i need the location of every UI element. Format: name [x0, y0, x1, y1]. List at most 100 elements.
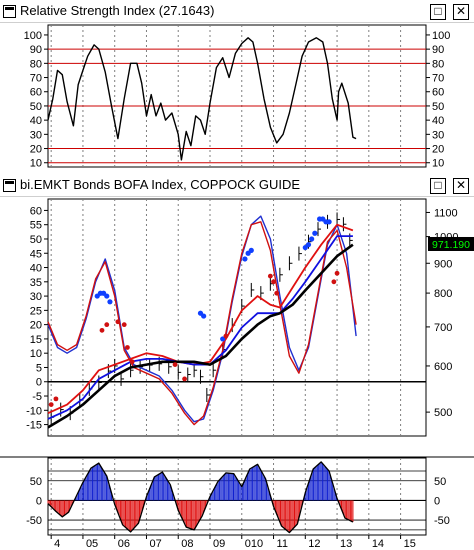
price-chart: -15-10-505101520253035404550556050060070…	[0, 198, 474, 550]
signal-dot-blue	[242, 256, 248, 262]
price-tick-label-right: 600	[434, 361, 452, 373]
rsi-tick-label-right: 30	[432, 129, 444, 141]
signal-dot-red	[129, 359, 135, 365]
rsi-tick-label-left: 50	[30, 101, 42, 113]
signal-dot-red	[331, 279, 337, 285]
hist-tick-label-right: 50	[434, 476, 446, 488]
rsi-tick-label-left: 80	[30, 58, 42, 70]
price-panel-title: bi.EMKT Bonds BOFA Index, COPPOCK GUIDE	[20, 177, 301, 192]
price-tick-label-left: 45	[30, 248, 42, 260]
rsi-title-bar[interactable]: Relative Strength Index (27.1643) □ ✕	[0, 0, 474, 23]
price-tick-label-left: 55	[30, 220, 42, 232]
x-axis-tick-label: 09	[213, 538, 225, 550]
x-axis-tick-label: 14	[372, 538, 384, 550]
price-tick-label-right: 900	[434, 258, 452, 270]
price-close-button[interactable]: ✕	[453, 178, 469, 194]
window-menu-icon[interactable]	[3, 179, 16, 192]
price-tick-label-left: 5	[36, 362, 42, 374]
rsi-tick-label-right: 80	[432, 58, 444, 70]
rsi-tick-label-left: 30	[30, 129, 42, 141]
rsi-tick-label-right: 40	[432, 115, 444, 127]
hist-tick-label-left: 0	[36, 495, 42, 507]
signal-dot-blue	[107, 299, 113, 305]
rsi-tick-label-left: 90	[30, 44, 42, 56]
price-tick-label-right: 700	[434, 322, 452, 334]
x-axis-tick-label: 11	[277, 538, 288, 550]
signal-dot-red	[48, 402, 54, 407]
x-axis-tick-label: 06	[118, 538, 130, 550]
x-axis-tick-label: 15	[404, 538, 416, 550]
price-tick-label-left: -5	[32, 391, 42, 403]
signal-dot-blue	[312, 230, 318, 236]
x-axis-tick-label: 4	[54, 538, 60, 550]
price-tick-label-left: 30	[30, 291, 42, 303]
price-title-bar[interactable]: bi.EMKT Bonds BOFA Index, COPPOCK GUIDE …	[0, 174, 474, 197]
rsi-panel-title: Relative Strength Index (27.1643)	[20, 3, 215, 18]
x-axis-tick-label: 05	[86, 538, 98, 550]
signal-dot-red	[104, 322, 110, 328]
rsi-tick-label-right: 20	[432, 144, 444, 156]
price-tick-label-left: 0	[36, 377, 42, 389]
signal-dot-blue	[201, 313, 207, 319]
price-tick-label-right: 800	[434, 288, 452, 300]
price-tick-label-left: -10	[26, 405, 42, 417]
price-tick-label-left: -15	[26, 420, 42, 432]
price-tick-label-left: 25	[30, 305, 42, 317]
hist-tick-label-left: 50	[30, 476, 42, 488]
price-panel: bi.EMKT Bonds BOFA Index, COPPOCK GUIDE …	[0, 174, 474, 550]
signal-dot-red	[271, 279, 276, 285]
rsi-tick-label-left: 70	[30, 73, 42, 85]
signal-dot-red	[182, 376, 187, 382]
x-axis-tick-label: 07	[149, 538, 161, 550]
rsi-tick-label-right: 10	[432, 158, 444, 170]
price-tick-label-left: 20	[30, 320, 42, 332]
signal-dot-blue	[104, 293, 110, 299]
rsi-tick-label-left: 10	[30, 158, 42, 170]
signal-dot-red	[223, 333, 229, 339]
signal-dot-red	[125, 345, 130, 350]
hist-tick-label-left: -50	[26, 515, 42, 527]
x-axis-tick-label: 13	[340, 538, 352, 550]
price-tick-label-left: 35	[30, 277, 42, 289]
price-tick-label-left: 40	[30, 263, 42, 275]
signal-dot-red	[267, 273, 273, 279]
hist-tick-label-right: -50	[434, 515, 450, 527]
rsi-panel: Relative Strength Index (27.1643) □ ✕ 10…	[0, 0, 474, 172]
rsi-close-button[interactable]: ✕	[453, 4, 469, 20]
signal-dot-blue	[309, 236, 315, 242]
price-restore-button[interactable]: □	[430, 178, 446, 194]
rsi-tick-label-left: 40	[30, 115, 42, 127]
x-axis-tick-label: 010	[245, 538, 263, 550]
price-tick-label-left: 50	[30, 234, 42, 246]
signal-dot-red	[99, 327, 105, 333]
price-tick-label-right: 500	[434, 407, 452, 419]
rsi-tick-label-left: 60	[30, 87, 42, 99]
signal-dot-red	[121, 322, 127, 328]
price-tick-label-left: 10	[30, 348, 42, 360]
signal-dot-red	[334, 270, 340, 276]
rsi-tick-label-left: 20	[30, 144, 42, 156]
signal-dot-blue	[326, 219, 332, 225]
last-price-label: 971.190	[432, 239, 470, 251]
price-tick-label-right: 1100	[434, 207, 458, 219]
price-tick-label-left: 60	[30, 205, 42, 217]
signal-dot-red	[172, 362, 178, 368]
x-axis-tick-label: 12	[308, 538, 320, 550]
rsi-restore-button[interactable]: □	[430, 4, 446, 20]
signal-dot-blue	[305, 242, 312, 248]
rsi-tick-label-right: 60	[432, 87, 444, 99]
signal-dot-red	[274, 290, 280, 296]
rsi-tick-label-right: 100	[432, 30, 450, 42]
signal-dot-red	[115, 319, 121, 325]
signal-dot-red	[53, 396, 59, 402]
hist-tick-label-right: 0	[434, 495, 440, 507]
rsi-tick-label-left: 100	[24, 30, 42, 42]
window-menu-icon[interactable]	[3, 5, 16, 18]
x-axis-tick-label: 08	[181, 538, 193, 550]
rsi-chart: 10 10 20 20 30 30 40 40 50 50 60 60 70 70 80 80 90 90 100 1…	[24, 24, 450, 170]
price-tick-label-left: 15	[30, 334, 42, 346]
rsi-tick-label-right: 70	[432, 73, 444, 85]
signal-dot-blue	[248, 247, 254, 253]
rsi-tick-label-right: 50	[432, 101, 444, 113]
rsi-tick-label-right: 90	[432, 44, 444, 56]
